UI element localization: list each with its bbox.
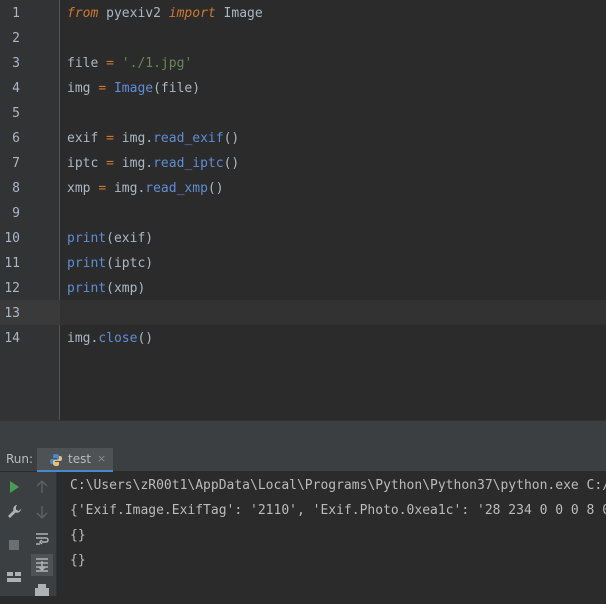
soft-wrap-icon[interactable]	[33, 530, 51, 548]
line-number: 13	[4, 306, 20, 321]
method-name: read_iptc	[153, 156, 224, 171]
class-name: Image	[113, 81, 154, 96]
line-number: 2	[12, 31, 20, 46]
variable: xmp	[67, 181, 99, 196]
line-number-gutter: 1 2 3 4 5 6 7 8 9 10 11 12 13 14	[0, 0, 60, 420]
run-label: Run:	[6, 452, 34, 466]
line-number: 4	[12, 81, 20, 96]
console-line: {'Exif.Image.ExifTag': '2110', 'Exif.Pho…	[70, 503, 606, 518]
line-number: 12	[4, 281, 20, 296]
code-line-4[interactable]: img = Image(file)	[67, 76, 200, 101]
builtin-function: print	[67, 281, 107, 296]
variable: file	[67, 56, 107, 71]
code-line-8[interactable]: xmp = img.read_xmp()	[67, 176, 224, 201]
object-ref: img.	[113, 131, 154, 146]
run-tab-test[interactable]: test ×	[37, 448, 113, 472]
print-icon[interactable]	[33, 582, 51, 600]
layout-icon[interactable]	[5, 568, 23, 586]
line-number: 11	[4, 256, 20, 271]
code-line-10[interactable]: print(exif)	[67, 226, 153, 251]
down-arrow-icon[interactable]	[33, 503, 51, 521]
code-line-12[interactable]: print(xmp)	[67, 276, 145, 301]
play-icon[interactable]	[5, 478, 23, 496]
arguments: (file)	[153, 81, 201, 96]
keyword: from	[67, 6, 99, 21]
method-name: read_xmp	[145, 181, 208, 196]
operator: =	[106, 56, 114, 71]
line-number: 14	[4, 331, 20, 346]
line-number: 10	[4, 231, 20, 246]
line-number: 3	[12, 56, 20, 71]
scroll-to-end-icon[interactable]	[31, 554, 53, 576]
arguments: (xmp)	[106, 281, 146, 296]
run-tool-window-header: Run: test ×	[0, 446, 606, 472]
method-name: close	[98, 331, 138, 346]
wrench-icon[interactable]	[5, 503, 23, 521]
close-icon[interactable]: ×	[97, 448, 106, 470]
builtin-function: print	[67, 231, 107, 246]
variable: iptc	[67, 156, 107, 171]
method-name: read_exif	[153, 131, 224, 146]
object-ref: img.	[106, 181, 146, 196]
arguments: (iptc)	[106, 256, 154, 271]
arguments: ()	[207, 181, 224, 196]
arguments: ()	[223, 156, 240, 171]
operator: =	[98, 81, 107, 96]
console-line: {}	[70, 553, 86, 568]
code-line-11[interactable]: print(iptc)	[67, 251, 153, 276]
operator: =	[106, 156, 114, 171]
code-line-6[interactable]: exif = img.read_exif()	[67, 126, 239, 151]
code-line-1[interactable]: from pyexiv2 import Image	[67, 1, 263, 26]
code-line-14[interactable]: img.close()	[67, 326, 153, 351]
code-editor[interactable]: 1 2 3 4 5 6 7 8 9 10 11 12 13 14 from py…	[0, 0, 606, 420]
arguments: (exif)	[106, 231, 154, 246]
module-name: pyexiv2	[98, 6, 169, 21]
import-name: Image	[215, 6, 263, 21]
arguments: ()	[137, 331, 154, 346]
run-tab-label: test	[68, 452, 92, 466]
line-number: 1	[12, 6, 20, 21]
builtin-function: print	[67, 256, 107, 271]
keyword: import	[168, 6, 216, 21]
operator: =	[106, 131, 114, 146]
code-line-7[interactable]: iptc = img.read_iptc()	[67, 151, 239, 176]
variable: img	[67, 81, 99, 96]
console-line: {}	[70, 528, 86, 543]
object-ref: img.	[67, 331, 99, 346]
panel-splitter[interactable]	[0, 420, 606, 446]
object-ref: img.	[113, 156, 154, 171]
arguments: ()	[223, 131, 240, 146]
console-line: C:\Users\zR00t1\AppData\Local\Programs\P…	[70, 478, 606, 493]
operator: =	[98, 181, 107, 196]
console-output[interactable]: C:\Users\zR00t1\AppData\Local\Programs\P…	[57, 472, 606, 596]
variable: exif	[67, 131, 107, 146]
code-line-3[interactable]: file = './1.jpg'	[67, 51, 192, 76]
stop-icon[interactable]	[5, 536, 23, 554]
python-icon	[49, 452, 63, 471]
string-literal: './1.jpg'	[121, 56, 193, 71]
line-number: 6	[12, 131, 20, 146]
line-number: 9	[12, 206, 20, 221]
line-number: 7	[12, 156, 20, 171]
line-number: 5	[12, 106, 20, 121]
run-toolbar-secondary	[28, 472, 57, 596]
current-line-highlight	[0, 300, 606, 325]
line-number: 8	[12, 181, 20, 196]
up-arrow-icon[interactable]	[33, 478, 51, 496]
run-toolbar-primary	[0, 472, 28, 596]
